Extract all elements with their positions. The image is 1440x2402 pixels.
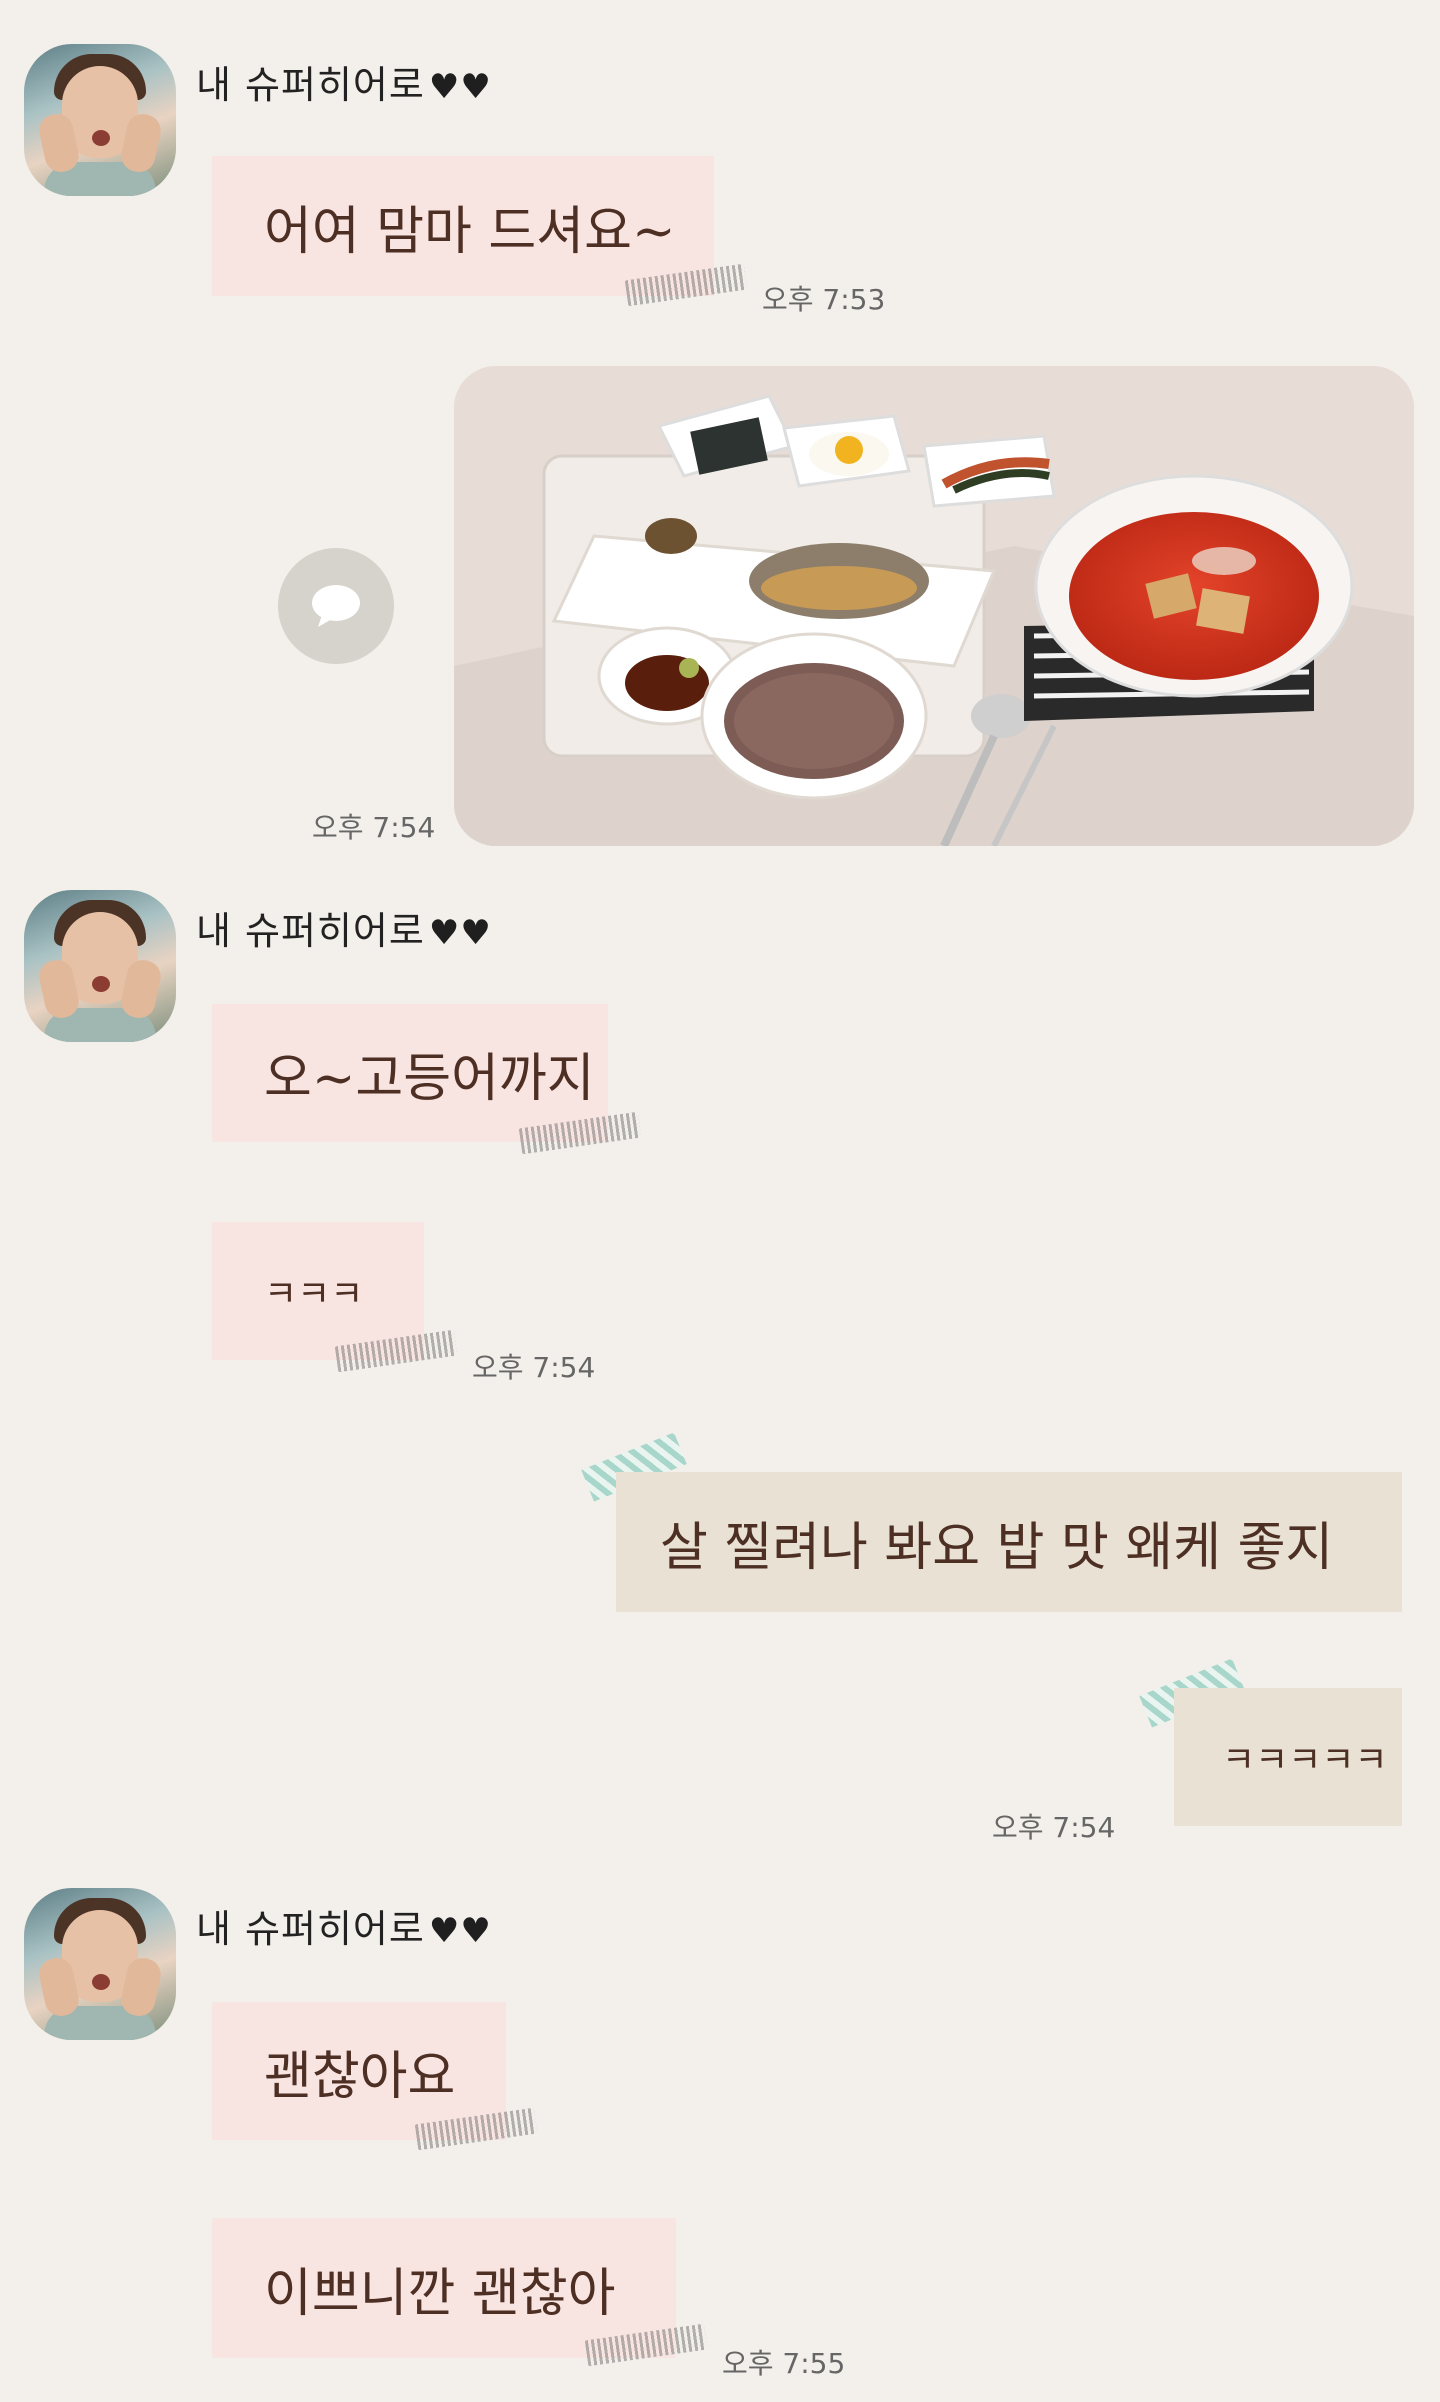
hearts-icon: ♥♥ [428, 1911, 492, 1951]
sender-name-text: 내 슈퍼히어로 [196, 1907, 425, 1951]
food-photo[interactable] [454, 366, 1414, 846]
hearts-icon: ♥♥ [428, 913, 492, 953]
share-button[interactable] [278, 548, 394, 664]
message-bubble-incoming[interactable]: 어여 맘마 드셔요~ [212, 156, 714, 296]
message-bubble-incoming[interactable]: 오~고등어까지 [212, 1004, 608, 1142]
meal-photo-image [454, 366, 1414, 846]
message-text: ㅋㅋㅋㅋㅋ [1222, 1740, 1388, 1781]
sender-avatar[interactable] [24, 44, 176, 196]
hearts-icon: ♥♥ [428, 67, 492, 107]
sender-name: 내 슈퍼히어로 ♥♥ [196, 1898, 492, 1953]
sender-name: 내 슈퍼히어로 ♥♥ [196, 54, 492, 109]
message-text: 괜찮아요 [264, 2046, 456, 2107]
sender-name-text: 내 슈퍼히어로 [196, 63, 425, 107]
sender-avatar[interactable] [24, 1888, 176, 2040]
message-text: 이쁘니깐 괜찮아 [264, 2263, 616, 2324]
message-time: 오후 7:53 [762, 283, 886, 316]
message-time: 오후 7:55 [722, 2347, 846, 2380]
message-text: 어여 맘마 드셔요~ [264, 201, 676, 262]
speech-bubble-icon [312, 585, 360, 627]
sender-avatar[interactable] [24, 890, 176, 1042]
message-text: ㅋㅋㅋ [264, 1274, 364, 1315]
message-time: 오후 7:54 [472, 1351, 596, 1384]
photo-time: 오후 7:54 [312, 811, 436, 844]
message-bubble-outgoing[interactable]: 살 찔려나 봐요 밥 맛 왜케 좋지 [616, 1472, 1402, 1612]
message-bubble-outgoing[interactable]: ㅋㅋㅋㅋㅋ [1174, 1688, 1402, 1826]
sender-name: 내 슈퍼히어로 ♥♥ [196, 900, 492, 955]
sender-name-text: 내 슈퍼히어로 [196, 909, 425, 953]
message-time: 오후 7:54 [992, 1811, 1116, 1844]
message-text: 살 찔려나 봐요 밥 맛 왜케 좋지 [660, 1517, 1334, 1578]
message-text: 오~고등어까지 [264, 1048, 595, 1109]
